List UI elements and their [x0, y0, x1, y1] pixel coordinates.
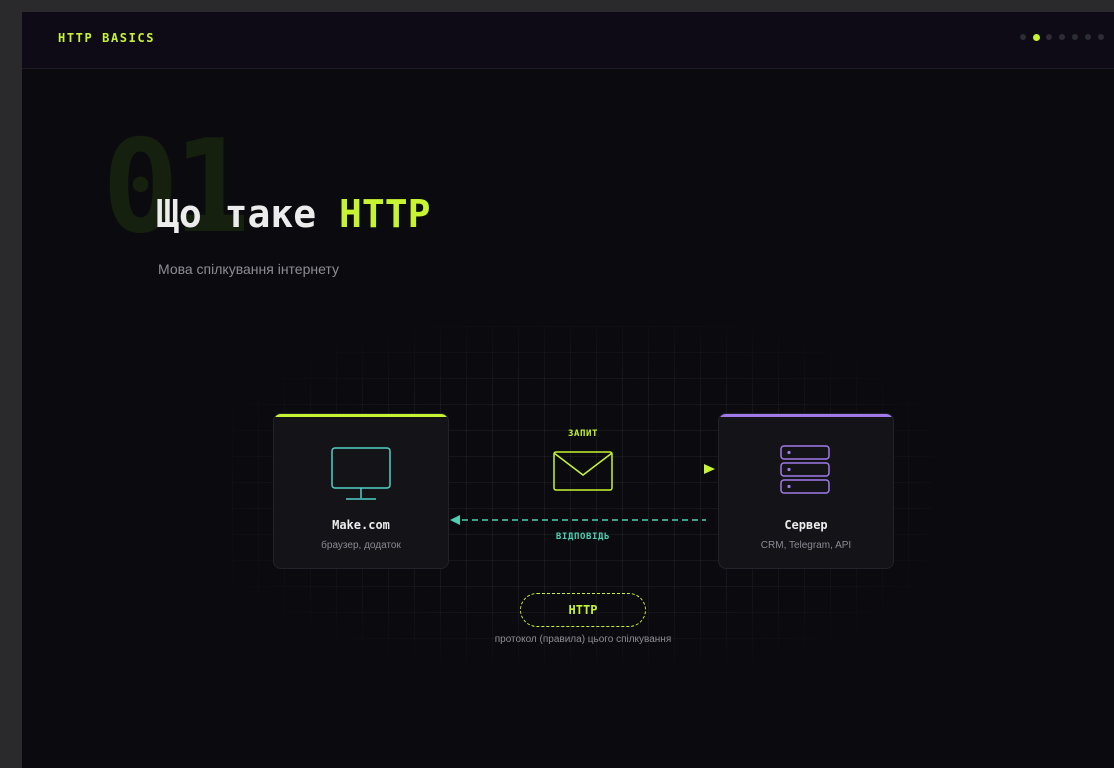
client-title: Make.com	[332, 518, 390, 532]
request-label: ЗАПИТ	[567, 429, 599, 439]
pagination-dot[interactable]	[1033, 33, 1040, 41]
pagination-dot[interactable]	[1059, 34, 1065, 40]
server-subtitle: CRM, Telegram, API	[760, 540, 852, 551]
pagination-dot[interactable]	[1020, 34, 1026, 40]
request-arrowhead	[704, 464, 715, 474]
envelope-icon	[553, 451, 613, 491]
title-accent: HTTP	[339, 192, 431, 236]
server-card: Сервер CRM, Telegram, API	[718, 413, 894, 569]
pagination-dot[interactable]	[1046, 34, 1052, 40]
response-arrow	[450, 515, 706, 525]
pagination-dot[interactable]	[1085, 34, 1091, 40]
server-title: Сервер	[784, 518, 828, 532]
client-subtitle: браузер, додаток	[321, 540, 401, 551]
client-card: Make.com браузер, додаток	[273, 413, 449, 569]
brand-title: HTTP BASICS	[58, 31, 156, 45]
response-label: ВІДПОВІДЬ	[555, 532, 611, 542]
title-text: Що таке	[156, 192, 340, 236]
pagination-dot[interactable]	[1098, 34, 1104, 40]
top-bar: HTTP BASICS	[22, 12, 1114, 69]
slide-title: Що таке HTTP	[156, 192, 431, 236]
protocol-pill: HTTP	[520, 593, 646, 627]
pagination-dot[interactable]	[1072, 34, 1078, 40]
slide-frame: HTTP BASICS 01 Що таке HTTP Мова спілкув…	[22, 12, 1114, 768]
protocol-caption: протокол (правила) цього спілкування	[494, 634, 672, 645]
slide-subtitle: Мова спілкування інтернету	[158, 261, 339, 277]
